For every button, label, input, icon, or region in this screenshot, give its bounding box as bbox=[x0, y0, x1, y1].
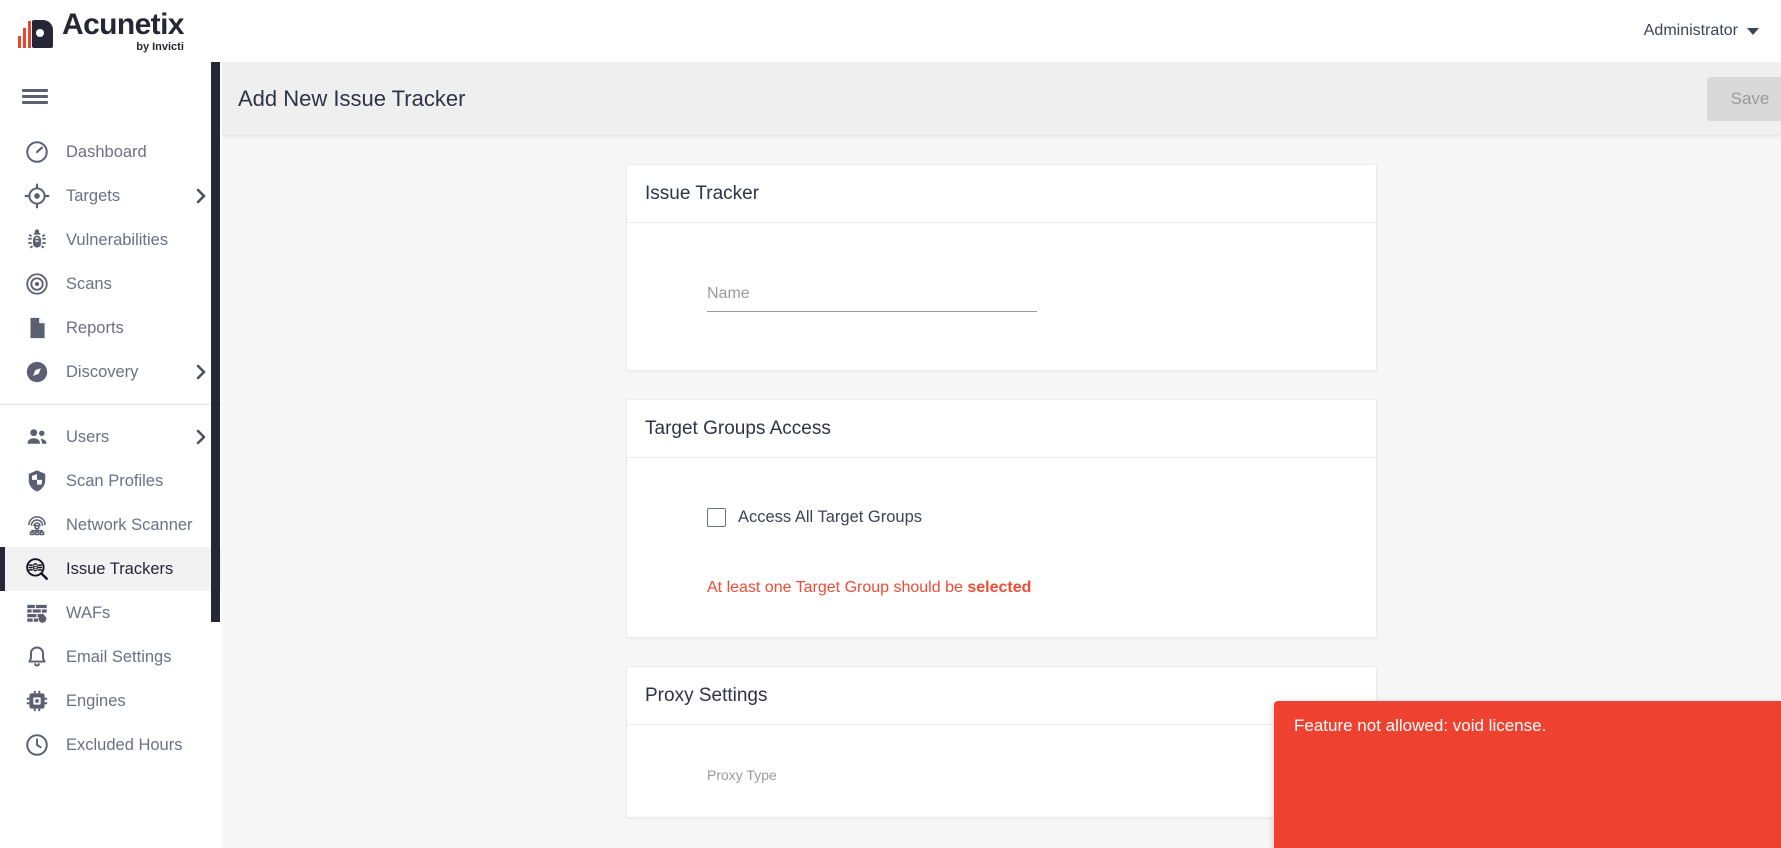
card-issue-tracker: Issue Tracker bbox=[626, 164, 1377, 371]
card-body: Proxy Type bbox=[627, 725, 1376, 817]
name-field-wrapper bbox=[707, 281, 1037, 312]
sidebar-item-scan-profiles[interactable]: Scan Profiles bbox=[0, 459, 222, 503]
sidebar-item-excluded-hours[interactable]: Excluded Hours bbox=[0, 723, 222, 767]
speedometer-icon bbox=[22, 137, 52, 167]
save-button[interactable]: Save bbox=[1707, 76, 1781, 121]
target-group-validation-message: At least one Target Group should be sele… bbox=[707, 579, 1358, 597]
top-bar: Acunetix by Invicti Administrator bbox=[0, 0, 1781, 62]
sidebar-item-network-scanner[interactable]: Network Scanner bbox=[0, 503, 222, 547]
firewall-icon bbox=[22, 598, 52, 628]
brand-logo[interactable]: Acunetix by Invicti bbox=[0, 0, 222, 62]
account-menu[interactable]: Administrator bbox=[1644, 22, 1781, 40]
card-header: Issue Tracker bbox=[627, 165, 1376, 223]
hamburger-icon[interactable] bbox=[0, 62, 222, 130]
page-header: Add New Issue Tracker Save bbox=[222, 62, 1781, 136]
card-body bbox=[627, 223, 1376, 370]
sidebar-item-wafs[interactable]: WAFs bbox=[0, 591, 222, 635]
network-scanner-icon bbox=[22, 510, 52, 540]
sidebar-item-users[interactable]: Users bbox=[0, 415, 222, 459]
chip-icon bbox=[22, 686, 52, 716]
brand-subtitle: by Invicti bbox=[136, 40, 184, 53]
application-root: Acunetix by Invicti Administrator Dashbo… bbox=[0, 0, 1781, 848]
sidebar-item-discovery[interactable]: Discovery bbox=[0, 350, 222, 394]
sidebar-item-label: Scans bbox=[66, 274, 112, 293]
sidebar-scrollbar-thumb[interactable] bbox=[211, 62, 220, 622]
card-proxy-settings: Proxy Settings Proxy Type bbox=[626, 666, 1377, 818]
compass-icon bbox=[22, 357, 52, 387]
shield-icon bbox=[22, 466, 52, 496]
radar-icon bbox=[22, 269, 52, 299]
sidebar-item-reports[interactable]: Reports bbox=[0, 306, 222, 350]
document-icon bbox=[22, 313, 52, 343]
chevron-right-icon bbox=[194, 186, 208, 206]
sidebar-item-label: Network Scanner bbox=[66, 515, 193, 534]
sidebar-item-targets[interactable]: Targets bbox=[0, 174, 222, 218]
bell-icon bbox=[22, 642, 52, 672]
sidebar-item-issue-trackers[interactable]: Issue Trackers bbox=[0, 547, 222, 591]
sidebar-item-label: Targets bbox=[66, 186, 121, 205]
sidebar-group-settings: Users Scan Profiles Network Scanner Issu… bbox=[0, 415, 222, 767]
access-all-target-groups-label: Access All Target Groups bbox=[738, 508, 923, 526]
name-input[interactable] bbox=[707, 281, 1037, 312]
bug-search-icon bbox=[22, 554, 52, 584]
sidebar-item-label: Excluded Hours bbox=[66, 735, 183, 754]
proxy-type-label: Proxy Type bbox=[707, 767, 777, 783]
sidebar-item-email-settings[interactable]: Email Settings bbox=[0, 635, 222, 679]
card-body: Access All Target Groups At least one Ta… bbox=[627, 458, 1376, 637]
sidebar-item-label: Issue Trackers bbox=[66, 559, 174, 578]
sidebar-item-label: Discovery bbox=[66, 362, 139, 381]
card-target-groups-access: Target Groups Access Access All Target G… bbox=[626, 399, 1377, 638]
access-all-target-groups-row[interactable]: Access All Target Groups bbox=[707, 508, 1358, 527]
page-title: Add New Issue Tracker bbox=[238, 85, 466, 111]
sidebar: Dashboard Targets Vulnerabilities Scans … bbox=[0, 62, 222, 848]
acunetix-logo-icon bbox=[18, 14, 53, 48]
sidebar-item-vulnerabilities[interactable]: Vulnerabilities bbox=[0, 218, 222, 262]
sidebar-item-label: WAFs bbox=[66, 603, 111, 622]
sidebar-item-scans[interactable]: Scans bbox=[0, 262, 222, 306]
access-all-target-groups-checkbox[interactable] bbox=[707, 508, 726, 527]
bug-icon bbox=[22, 225, 52, 255]
sidebar-divider bbox=[0, 404, 222, 405]
sidebar-item-label: Users bbox=[66, 427, 110, 446]
sidebar-group-primary: Dashboard Targets Vulnerabilities Scans … bbox=[0, 130, 222, 394]
users-icon bbox=[22, 422, 52, 452]
account-name-label: Administrator bbox=[1643, 22, 1738, 39]
sidebar-item-label: Reports bbox=[66, 318, 124, 337]
validation-message-text: At least one Target Group should be bbox=[707, 579, 968, 596]
chevron-right-icon bbox=[194, 427, 208, 447]
sidebar-item-label: Vulnerabilities bbox=[66, 230, 169, 249]
clock-icon bbox=[22, 730, 52, 760]
sidebar-item-label: Email Settings bbox=[66, 647, 172, 666]
sidebar-item-engines[interactable]: Engines bbox=[0, 679, 222, 723]
card-title: Proxy Settings bbox=[645, 684, 768, 706]
sidebar-item-label: Dashboard bbox=[66, 142, 147, 161]
brand-name: Acunetix bbox=[62, 7, 185, 41]
card-header: Proxy Settings bbox=[627, 667, 1376, 725]
sidebar-item-dashboard[interactable]: Dashboard bbox=[0, 130, 222, 174]
sidebar-item-label: Scan Profiles bbox=[66, 471, 164, 490]
crosshair-icon bbox=[22, 181, 52, 211]
sidebar-scrollbar[interactable] bbox=[211, 62, 220, 848]
caret-down-icon bbox=[1747, 27, 1759, 35]
toast-notification[interactable]: Feature not allowed: void license. bbox=[1274, 701, 1781, 848]
toast-message: Feature not allowed: void license. bbox=[1294, 716, 1547, 735]
card-header: Target Groups Access bbox=[627, 400, 1376, 458]
chevron-right-icon bbox=[194, 362, 208, 382]
card-title: Issue Tracker bbox=[645, 182, 760, 204]
card-title: Target Groups Access bbox=[645, 417, 831, 439]
sidebar-item-label: Engines bbox=[66, 691, 126, 710]
validation-message-emphasis: selected bbox=[967, 579, 1032, 596]
